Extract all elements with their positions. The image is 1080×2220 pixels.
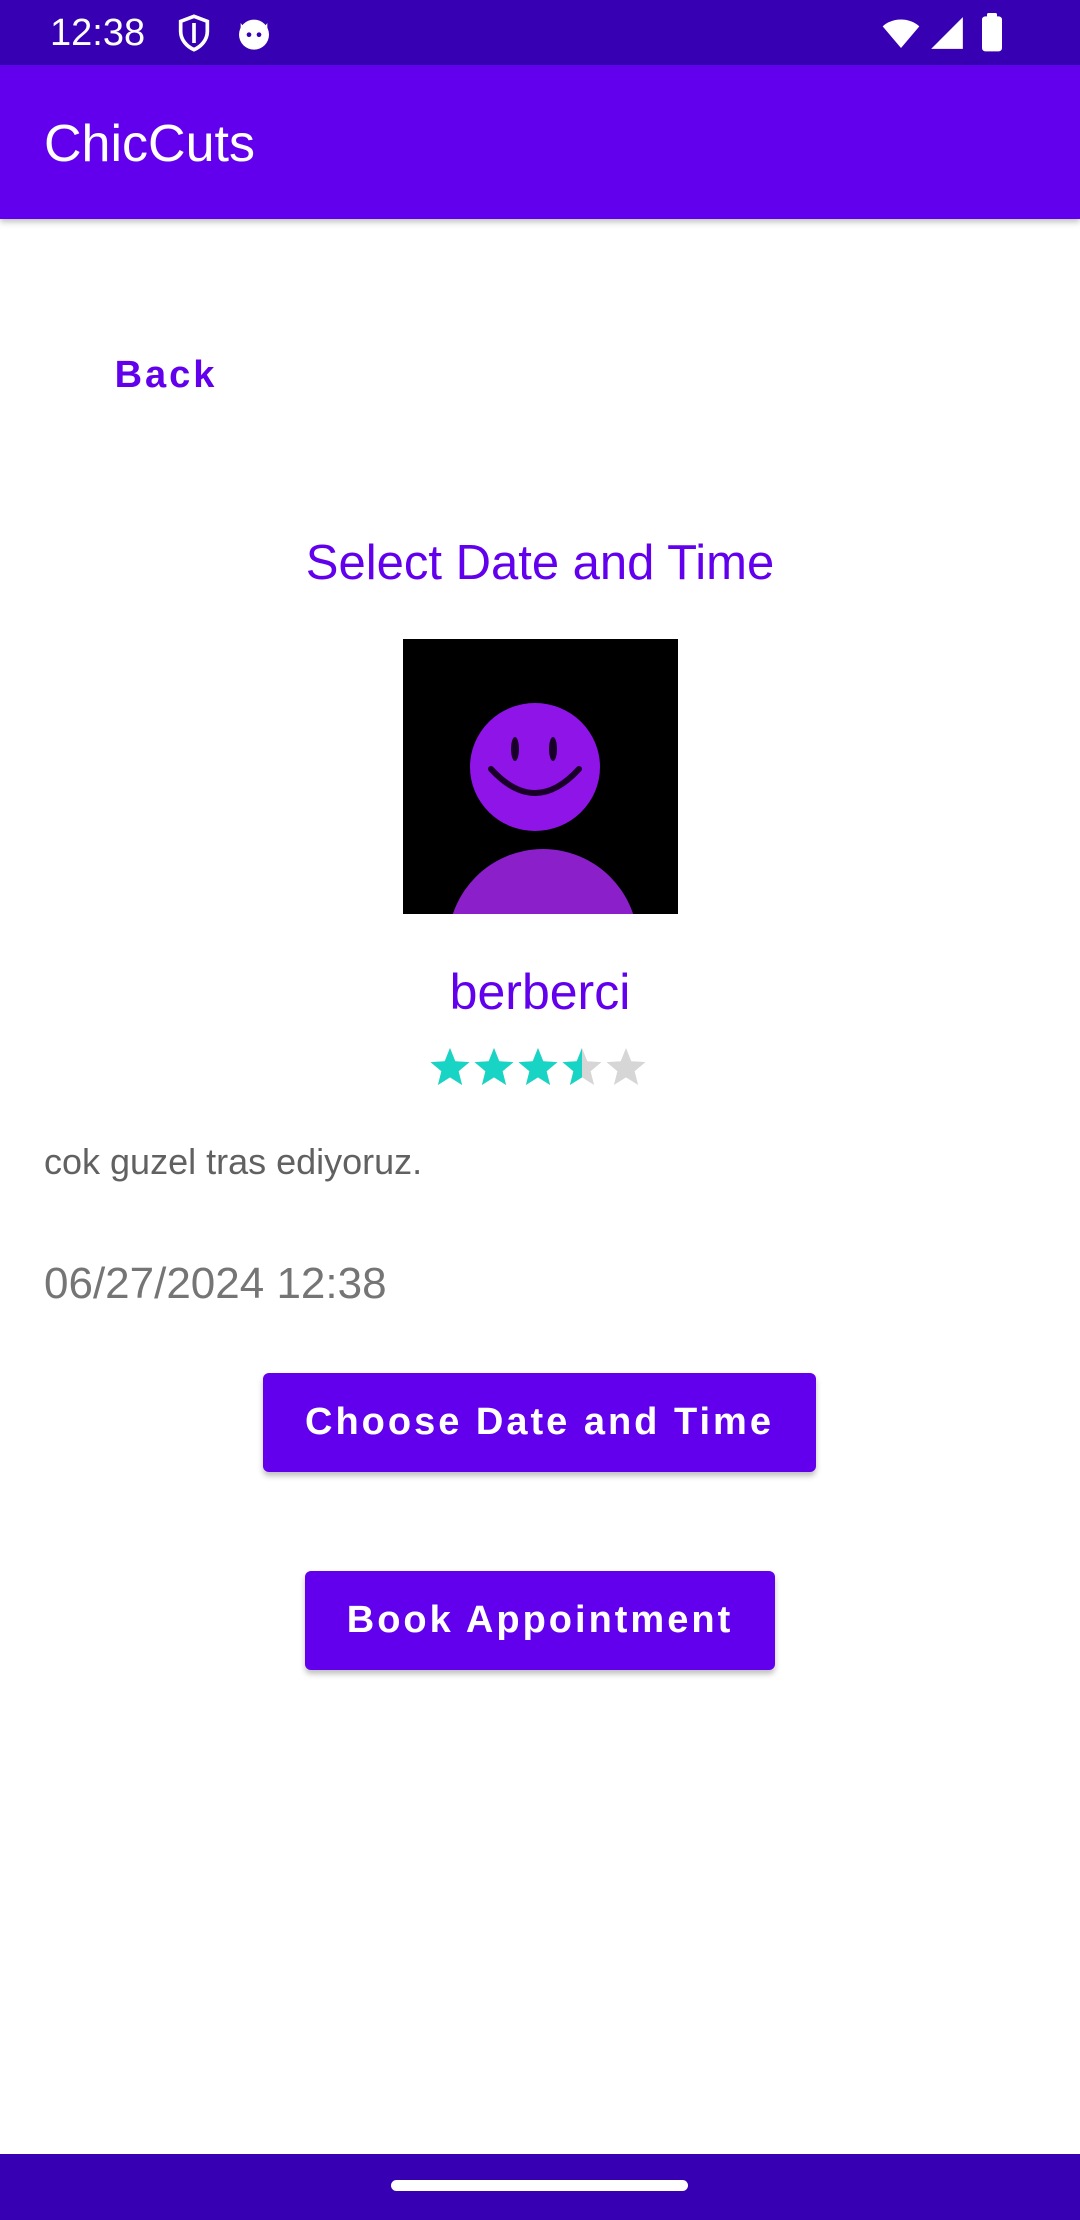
smiley-person-avatar-icon [403,639,678,914]
star-icon [430,1048,470,1085]
battery-icon [978,13,1018,53]
star-icon [474,1048,514,1085]
cat-face-icon [234,13,274,53]
app-bar: ChicCuts [0,65,1080,219]
rating-bar [428,1046,652,1090]
status-time: 12:38 [50,12,146,54]
barber-description: cok guzel tras ediyoruz. [44,1141,423,1182]
choose-date-time-button[interactable]: Choose Date and Time [263,1373,816,1472]
star-icon [606,1048,646,1085]
star-icon [562,1048,602,1085]
app-title: ChicCuts [44,115,255,173]
back-button[interactable]: Back [90,336,242,414]
selected-datetime: 06/27/2024 12:38 [44,1259,387,1308]
wifi-icon [880,13,920,53]
barber-name: berberci [449,964,631,1020]
shield-icon [174,13,214,53]
page-title: Select Date and Time [305,536,775,590]
appointment-screen: 12:38 ChicCuts Back Select Date and Time… [0,0,1080,2220]
cellular-signal-icon [928,13,968,53]
status-bar: 12:38 [0,0,1080,65]
book-appointment-button[interactable]: Book Appointment [305,1571,775,1670]
star-icon [518,1048,558,1085]
barber-avatar [403,639,678,914]
home-gesture-handle[interactable] [391,2180,688,2191]
